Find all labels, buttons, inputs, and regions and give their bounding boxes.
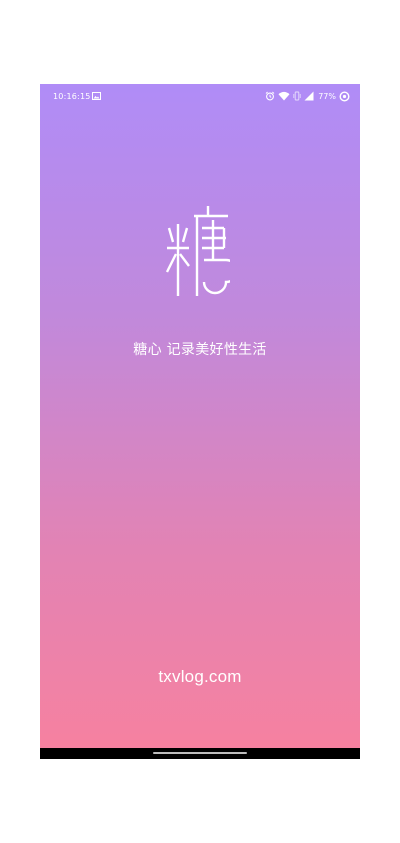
navigation-bar (40, 748, 360, 759)
phone-screen: 10:16:15 77% 糖心 记录美好性生活 txvlog.com (40, 84, 360, 759)
home-indicator[interactable] (153, 752, 247, 754)
data-saver-icon (339, 90, 350, 102)
battery-percent: 77% (318, 91, 336, 101)
vibrate-icon (293, 91, 301, 101)
status-time: 10:16:15 (53, 92, 91, 101)
splash-screen: 10:16:15 77% 糖心 记录美好性生活 txvlog.com (40, 84, 360, 748)
image-icon (92, 92, 101, 100)
website-domain: txvlog.com (158, 667, 242, 686)
status-icons: 77% (265, 90, 350, 102)
app-logo (165, 206, 230, 296)
alarm-icon (265, 91, 275, 101)
cell-signal-icon (304, 91, 314, 101)
wifi-icon (278, 91, 290, 101)
status-bar: 10:16:15 77% (40, 84, 360, 108)
tagline: 糖心 记录美好性生活 (133, 342, 267, 358)
